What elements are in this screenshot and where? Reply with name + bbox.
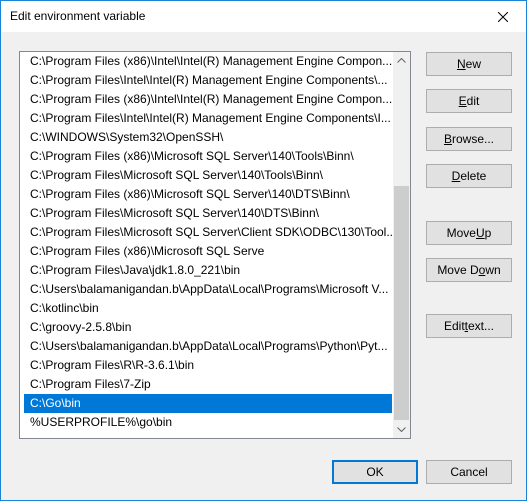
list-item[interactable]: C:\Program Files\Microsoft SQL Server\Cl… [24,223,392,242]
window-title: Edit environment variable [10,9,146,23]
ok-button[interactable]: OK [332,460,418,484]
list-item[interactable]: C:\Program Files\7-Zip [24,375,392,394]
edit-text-button-label-post: ext... [468,319,495,333]
dialog-window: Edit environment variable C:\Program Fil… [0,0,527,501]
delete-button-label-post: elete [460,169,487,183]
move-up-button[interactable]: Move Up [426,221,512,245]
browse-button-label-post: rowse... [452,132,495,146]
chevron-down-icon [397,427,406,432]
edit-text-button[interactable]: Edit t ext... [426,314,512,338]
title-bar[interactable]: Edit environment variable [1,1,526,32]
list-item[interactable]: C:\Program Files\R\R-3.6.1\bin [24,356,392,375]
chevron-up-icon [397,58,406,63]
browse-button-accelerator: B [443,132,452,146]
new-button[interactable]: New [426,52,512,76]
vertical-scrollbar[interactable] [393,52,410,438]
edit-text-button-label-pre: Edit [443,319,465,333]
browse-button[interactable]: Browse... [426,127,512,151]
edit-button-accelerator: E [458,94,467,108]
list-item[interactable]: C:\Program Files (x86)\Intel\Intel(R) Ma… [24,52,392,71]
delete-button-accelerator: D [451,169,461,183]
move-up-button-label-pre: Move [446,226,476,240]
edit-button-label-post: dit [466,94,480,108]
scroll-thumb[interactable] [394,186,409,420]
delete-button[interactable]: Delete [426,164,512,188]
list-item[interactable]: C:\groovy-2.5.8\bin [24,318,392,337]
move-up-button-accelerator: U [475,226,485,240]
list-item[interactable]: C:\Go\bin [24,394,392,413]
new-button-accelerator: N [456,57,466,71]
scroll-down-button[interactable] [393,421,410,438]
edit-button[interactable]: Edit [426,89,512,113]
list-item[interactable]: C:\Program Files (x86)\Microsoft SQL Ser… [24,185,392,204]
close-icon [498,11,508,22]
move-down-button-label-post: wn [485,263,501,277]
list-item[interactable]: C:\Program Files\Microsoft SQL Server\14… [24,166,392,185]
list-item[interactable]: C:\Program Files (x86)\Microsoft SQL Ser… [24,242,392,261]
list-item[interactable]: C:\Program Files (x86)\Microsoft SQL Ser… [24,147,392,166]
scroll-up-button[interactable] [393,52,410,69]
ok-button-label: OK [366,465,384,479]
move-up-button-label-post: p [484,226,492,240]
move-down-button[interactable]: Move Do wn [426,258,512,282]
list-item[interactable]: C:\Program Files\Java\jdk1.8.0_221\bin [24,261,392,280]
list-item[interactable]: C:\Program Files (x86)\Intel\Intel(R) Ma… [24,90,392,109]
list-item[interactable]: C:\WINDOWS\System32\OpenSSH\ [24,128,392,147]
list-item[interactable]: C:\Users\balamanigandan.b\AppData\Local\… [24,337,392,356]
close-button[interactable] [480,1,526,32]
cancel-button[interactable]: Cancel [426,460,512,484]
list-item[interactable]: C:\Program Files\Intel\Intel(R) Manageme… [24,71,392,90]
list-item[interactable]: C:\Users\balamanigandan.b\AppData\Local\… [24,280,392,299]
list-item[interactable]: C:\Program Files\Intel\Intel(R) Manageme… [24,109,392,128]
list-item[interactable]: C:\kotlinc\bin [24,299,392,318]
list-item[interactable]: %USERPROFILE%\go\bin [24,413,392,432]
move-down-button-label-pre: Move D [437,263,479,277]
path-list[interactable]: C:\Program Files (x86)\Intel\Intel(R) Ma… [19,51,411,439]
cancel-button-label: Cancel [450,465,488,479]
new-button-label-post: ew [465,57,481,71]
list-item[interactable]: C:\Program Files\Microsoft SQL Server\14… [24,204,392,223]
